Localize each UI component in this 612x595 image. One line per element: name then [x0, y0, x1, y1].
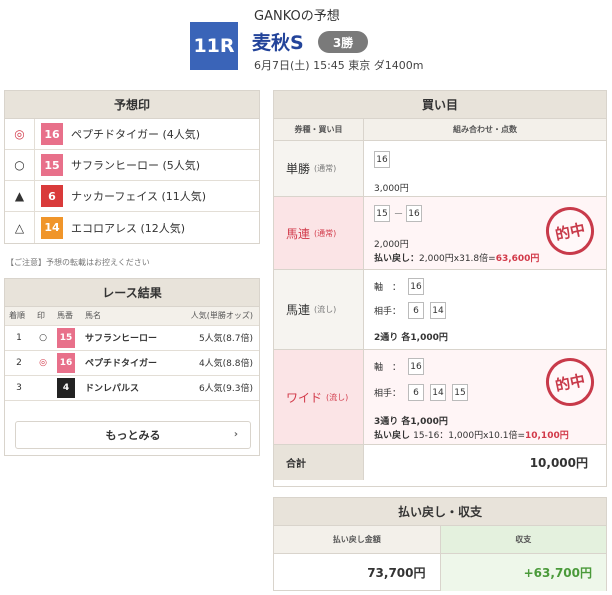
bet-type: 馬連 (通常)	[274, 197, 364, 269]
double-circle-mark-icon: ◎	[5, 119, 35, 149]
prediction-row: △ 14 エコロアレス (12人気)	[5, 212, 259, 243]
horse-number-box: 15	[41, 154, 63, 176]
col-popularity: 人気(単勝オッズ)	[172, 307, 259, 326]
bet-amount: 2,000円	[374, 240, 409, 250]
prediction-marks-heading: 予想印	[5, 91, 259, 119]
race-info: 6月7日(土) 15:45 東京 ダ1400m	[254, 59, 424, 72]
horse-name: ペプチドタイガー (4人気)	[71, 128, 201, 141]
bet-number: 16	[408, 278, 424, 295]
bet-number: 6	[408, 302, 424, 319]
bet-row-tansho: 単勝 (通常) 16 3,000円	[274, 141, 606, 197]
table-row: 1 ○ 15 サフランヒーロー 5人気(8.7倍)	[5, 325, 259, 351]
race-result-heading: レース結果	[5, 279, 259, 307]
result-table: 着順 印 馬番 馬名 人気(単勝オッズ) 1 ○ 15 サフランヒーロー 5人気…	[5, 307, 259, 401]
balance-amount: +63,700円	[440, 554, 606, 591]
horse-name: エコロアレス (12人気)	[71, 221, 186, 235]
col-number: 馬番	[53, 307, 81, 326]
table-row: 3 4 ドンレパルス 6人気(9.3倍)	[5, 375, 259, 401]
col-rank: 着順	[5, 307, 33, 326]
total-value: 10,000円	[529, 456, 588, 470]
col-mark: 印	[33, 307, 53, 326]
grade-badge: 3勝	[318, 31, 368, 53]
circle-mark-icon: ○	[33, 325, 53, 351]
prediction-row: ◎ 16 ペプチドタイガー (4人気)	[5, 119, 259, 150]
bet-number: 16	[408, 358, 424, 375]
predictor-title: GANKOの予想	[254, 9, 340, 24]
horse-number-box: 14	[41, 216, 63, 239]
bet-number: 15	[452, 384, 468, 401]
horse-name: ナッカーフェイス (11人気)	[71, 190, 207, 203]
hit-stamp-icon: 的中	[541, 202, 599, 260]
double-circle-mark-icon: ◎	[33, 350, 53, 376]
horse-number-box: 16	[41, 123, 63, 145]
payout-heading: 払い戻し・収支	[274, 498, 606, 526]
horse-name: サフランヒーロー (5人気)	[71, 159, 201, 172]
bet-number: 16	[374, 151, 390, 168]
bet-row-umaren-normal: 馬連 (通常) 15 ー 16 2,000円 払い戻し：2,000円x31.8倍=…	[274, 197, 606, 270]
reprint-notice: 【ご注意】予想の転載はお控えください	[6, 258, 150, 267]
bet-amount: 2通り 各1,000円	[374, 333, 448, 343]
payout-balance-panel: 払い戻し・収支 払い戻し金額 収支 73,700円 +63,700円	[273, 497, 607, 591]
bet-number: 15	[374, 205, 390, 222]
col-horse: 馬名	[81, 307, 173, 326]
bet-row-wide-nagashi: ワイド (流し) 軸 ： 16 相手： 6 14 15 3通り 各1,000円 払…	[274, 350, 606, 445]
horse-number-box: 16	[57, 352, 75, 373]
bets-heading: 買い目	[274, 91, 606, 119]
horse-number-box: 6	[41, 185, 63, 207]
prediction-row: ○ 15 サフランヒーロー (5人気)	[5, 150, 259, 181]
bet-number: 14	[430, 384, 446, 401]
payout-line: 払い戻し 15-16：1,000円x10.1倍=10,100円	[374, 431, 569, 441]
horse-number-box: 4	[57, 377, 75, 398]
bet-type: ワイド (流し)	[274, 350, 364, 444]
bets-subheader: 券種・買い目 組み合わせ・点数	[274, 119, 606, 141]
open-triangle-mark-icon: △	[5, 212, 35, 243]
circle-mark-icon: ○	[5, 150, 35, 180]
payout-line: 払い戻し：2,000円x31.8倍=63,600円	[374, 254, 540, 264]
hit-stamp-icon: 的中	[541, 353, 599, 411]
table-row: 2 ◎ 16 ペプチドタイガー 4人気(8.8倍)	[5, 350, 259, 376]
triangle-mark-icon: ▲	[5, 181, 35, 211]
result-header-row: 着順 印 馬番 馬名 人気(単勝オッズ)	[5, 307, 259, 326]
bet-number: 14	[430, 302, 446, 319]
bet-number: 6	[408, 384, 424, 401]
race-number-badge: 11R	[190, 22, 238, 70]
bet-type: 単勝 (通常)	[274, 141, 364, 196]
payout-values: 73,700円 +63,700円	[274, 554, 606, 591]
race-name: 麦秋S	[252, 32, 304, 54]
race-header: GANKOの予想 11R 麦秋S 3勝 6月7日(土) 15:45 東京 ダ14…	[0, 0, 612, 80]
bets-panel: 買い目 券種・買い目 組み合わせ・点数 単勝 (通常) 16 3,000円 馬連(…	[273, 90, 607, 487]
prediction-marks-panel: 予想印 ◎ 16 ペプチドタイガー (4人気) ○ 15 サフランヒーロー (5…	[4, 90, 260, 244]
bet-number: 16	[406, 205, 422, 222]
payout-subheader: 払い戻し金額 収支	[274, 526, 606, 554]
payout-amount: 73,700円	[274, 554, 441, 591]
race-result-panel: レース結果 着順 印 馬番 馬名 人気(単勝オッズ) 1 ○ 15 サフランヒー…	[4, 278, 260, 456]
horse-number-box: 15	[57, 327, 75, 348]
chevron-right-icon: ›	[233, 429, 238, 440]
total-label: 合計	[274, 445, 364, 480]
bet-amount: 3通り 各1,000円	[374, 417, 448, 427]
show-more-button[interactable]: もっとみる ›	[15, 421, 251, 449]
bet-amount: 3,000円	[374, 184, 409, 194]
bet-type: 馬連 (流し)	[274, 270, 364, 349]
bet-row-umaren-nagashi: 馬連 (流し) 軸 ： 16 相手： 6 14 2通り 各1,000円	[274, 270, 606, 350]
total-row: 合計 10,000円	[274, 445, 606, 480]
prediction-row: ▲ 6 ナッカーフェイス (11人気)	[5, 181, 259, 212]
